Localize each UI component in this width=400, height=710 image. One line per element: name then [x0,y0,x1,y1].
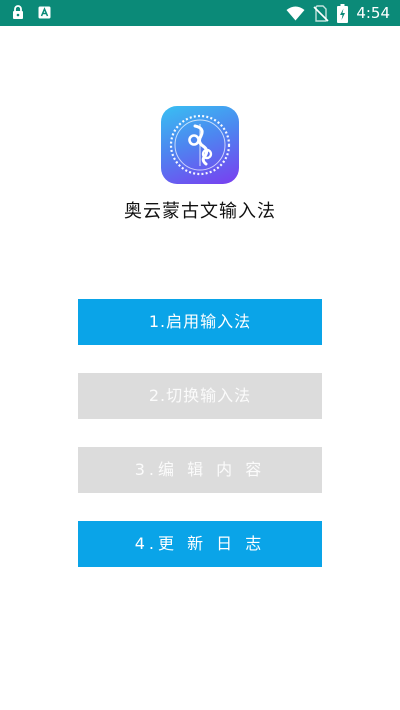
enable-input-method-button[interactable]: 1.启用输入法 [78,299,322,345]
switch-input-method-button[interactable]: 2.切换输入法 [78,373,322,419]
mongolian-script-logo-icon [161,106,239,184]
edit-content-button[interactable]: 3.编 辑 内 容 [78,447,322,493]
status-bar-notifications [12,5,51,20]
status-bar: 4:54 [0,0,400,26]
lock-icon [12,5,24,20]
screen: 4:54 奥云蒙古文输入法 1.启用输入法 2.切换输入法 3.编 辑 内 容 … [0,0,400,710]
status-time: 4:54 [356,4,390,22]
font-icon [38,6,51,19]
wifi-icon [286,6,305,21]
app-title: 奥云蒙古文输入法 [124,201,276,222]
changelog-button[interactable]: 4.更 新 日 志 [78,521,322,567]
battery-charging-icon [337,3,349,23]
status-bar-system: 4:54 [286,3,390,23]
no-sim-icon [313,4,329,22]
